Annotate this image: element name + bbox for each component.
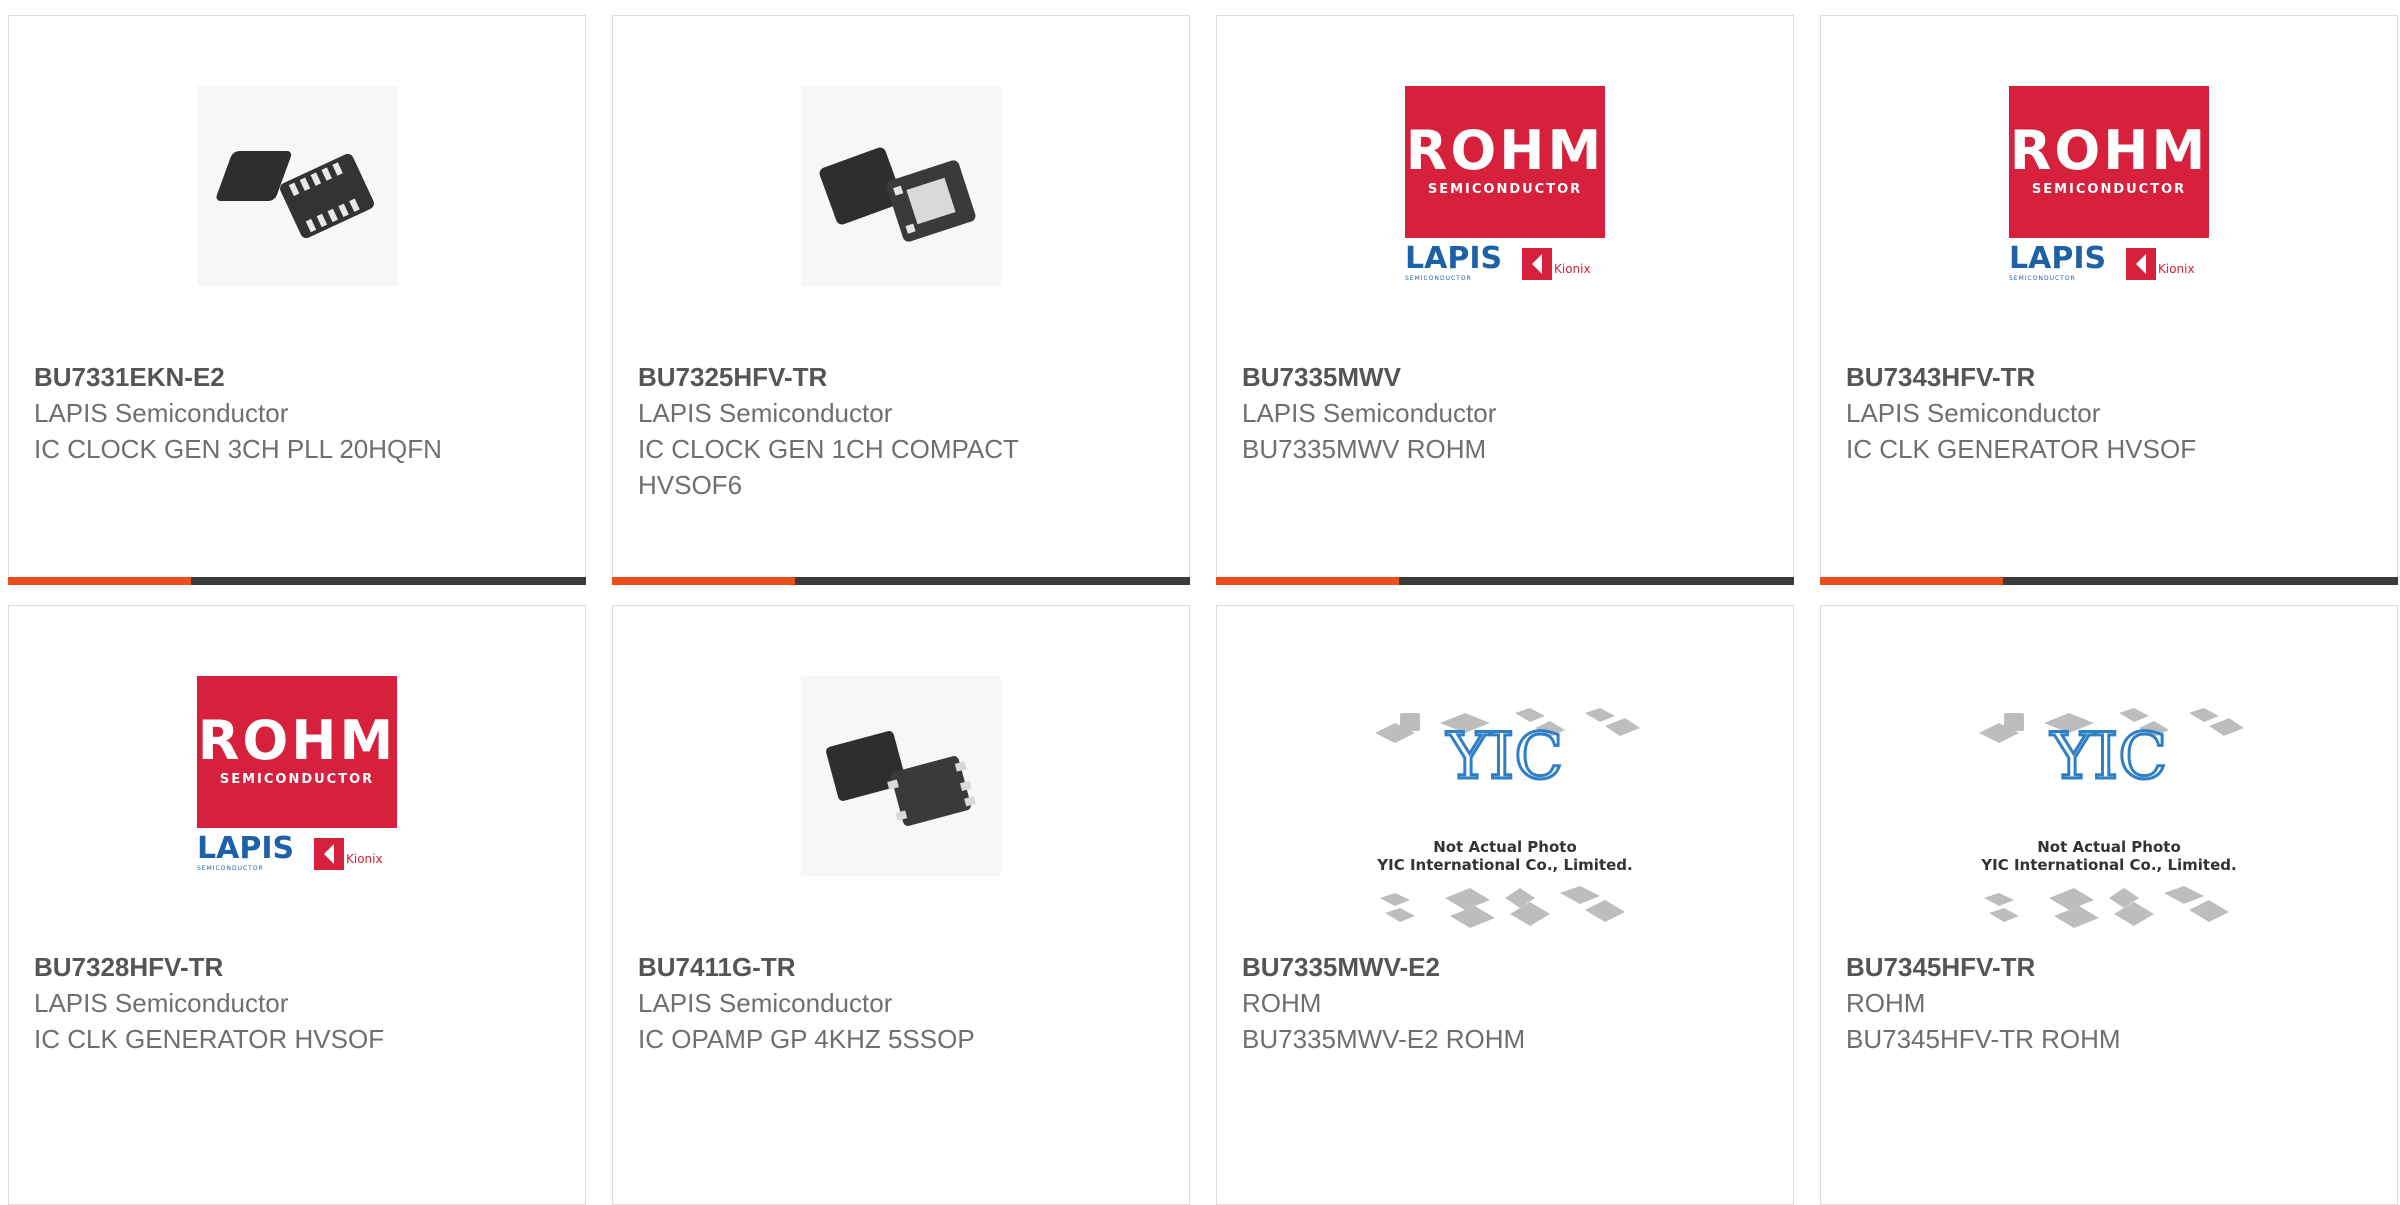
- manufacturer: ROHM: [1242, 988, 1322, 1018]
- description: BU7345HFV-TR ROHM: [1846, 1024, 2121, 1054]
- product-card[interactable]: BU7411G-TR LAPIS Semiconductor IC OPAMP …: [612, 605, 1190, 1205]
- yic-placeholder-image: YIC Not Actual Photo YIC International C…: [1974, 688, 2244, 938]
- product-card[interactable]: ROHM SEMICONDUCTOR LAPIS SEMICONDUCTOR K…: [1216, 15, 1794, 585]
- description: IC OPAMP GP 4KHZ 5SSOP: [638, 1024, 975, 1054]
- description: IC CLK GENERATOR HVSOF: [34, 1024, 385, 1054]
- part-number[interactable]: BU7335MWV-E2: [1242, 949, 1773, 985]
- card-underline: [1820, 577, 2398, 585]
- description: IC CLOCK GEN 3CH PLL 20HQFN: [34, 434, 442, 464]
- rohm-logo-image: ROHM SEMICONDUCTOR LAPIS SEMICONDUCTOR K…: [1405, 86, 1605, 286]
- description: BU7335MWV ROHM: [1242, 434, 1487, 464]
- rohm-logo-image: ROHM SEMICONDUCTOR LAPIS SEMICONDUCTOR K…: [2009, 86, 2209, 286]
- part-number[interactable]: BU7328HFV-TR: [34, 949, 565, 985]
- manufacturer: LAPIS Semiconductor: [34, 988, 289, 1018]
- svg-text:YIC: YIC: [2050, 720, 2168, 794]
- product-card[interactable]: YIC Not Actual Photo YIC International C…: [1216, 605, 1794, 1205]
- part-number[interactable]: BU7411G-TR: [638, 949, 1169, 985]
- product-card[interactable]: BU7325HFV-TR LAPIS Semiconductor IC CLOC…: [612, 15, 1190, 585]
- manufacturer: LAPIS Semiconductor: [1846, 398, 2101, 428]
- product-card[interactable]: ROHM SEMICONDUCTOR LAPIS SEMICONDUCTOR K…: [8, 605, 586, 1205]
- rohm-logo-image: ROHM SEMICONDUCTOR LAPIS SEMICONDUCTOR K…: [197, 676, 397, 876]
- product-image: [801, 86, 1001, 286]
- product-image: [801, 676, 1001, 876]
- product-card[interactable]: YIC Not Actual Photo YIC International C…: [1820, 605, 2398, 1205]
- manufacturer: LAPIS Semiconductor: [638, 398, 893, 428]
- kionix-logo: Kionix: [2124, 246, 2209, 282]
- kionix-logo: Kionix: [312, 836, 397, 872]
- kionix-logo: Kionix: [1520, 246, 1605, 282]
- description: IC CLOCK GEN 1CH COMPACT HVSOF6: [638, 434, 1019, 500]
- yic-placeholder-image: YIC Not Actual Photo YIC International C…: [1370, 688, 1640, 938]
- part-number[interactable]: BU7345HFV-TR: [1846, 949, 2377, 985]
- manufacturer: ROHM: [1846, 988, 1926, 1018]
- product-card[interactable]: ROHM SEMICONDUCTOR LAPIS SEMICONDUCTOR K…: [1820, 15, 2398, 585]
- part-number[interactable]: BU7343HFV-TR: [1846, 359, 2377, 395]
- description: BU7335MWV-E2 ROHM: [1242, 1024, 1526, 1054]
- product-image: [197, 86, 397, 286]
- manufacturer: LAPIS Semiconductor: [1242, 398, 1497, 428]
- svg-text:YIC: YIC: [1446, 720, 1564, 794]
- card-underline: [8, 577, 586, 585]
- card-underline: [1216, 577, 1794, 585]
- description: IC CLK GENERATOR HVSOF: [1846, 434, 2197, 464]
- product-card[interactable]: BU7331EKN-E2 LAPIS Semiconductor IC CLOC…: [8, 15, 586, 585]
- part-number[interactable]: BU7335MWV: [1242, 359, 1773, 395]
- manufacturer: LAPIS Semiconductor: [34, 398, 289, 428]
- card-underline: [612, 577, 1190, 585]
- part-number[interactable]: BU7325HFV-TR: [638, 359, 1169, 395]
- manufacturer: LAPIS Semiconductor: [638, 988, 893, 1018]
- part-number[interactable]: BU7331EKN-E2: [34, 359, 565, 395]
